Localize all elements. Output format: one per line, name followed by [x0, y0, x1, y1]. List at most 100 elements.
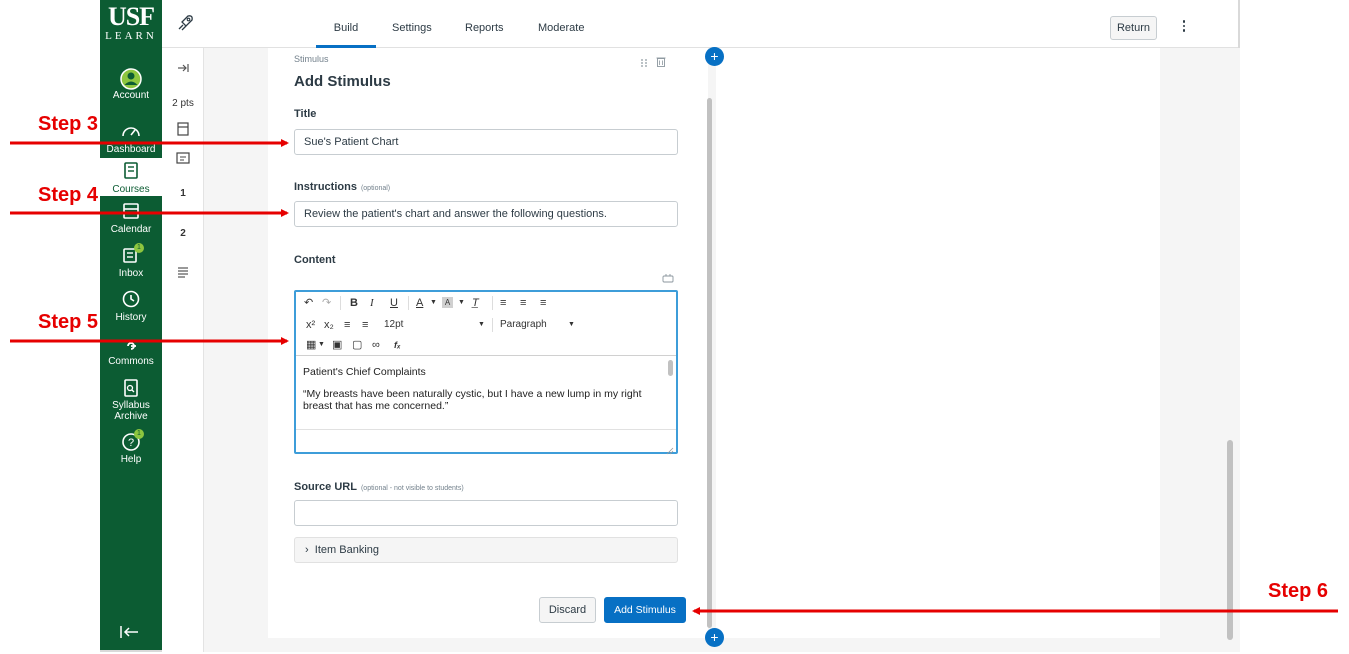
nav-item-calendar[interactable]: Calendar	[100, 202, 162, 238]
tab-reports[interactable]: Reports	[465, 0, 504, 48]
nav-item-syllabus-archive[interactable]: Syllabus Archive	[100, 378, 162, 428]
item-banking-toggle[interactable]: › Item Banking	[294, 537, 678, 563]
underline-icon[interactable]: U	[390, 294, 398, 312]
align-right-icon[interactable]: ≡	[540, 294, 546, 312]
clear-formatting-icon[interactable]: T̲	[472, 294, 479, 312]
nav-item-inbox[interactable]: 1 Inbox	[100, 243, 162, 282]
nav-label: Help	[120, 454, 142, 465]
rich-content-editor: ↶ ↷ B I U A ▼ A ▼ T̲ ≡ ≡ ≡ x² x₂ ≡ ≡ 12p…	[294, 290, 678, 455]
nav-label: Inbox	[118, 268, 144, 279]
editor-content-area[interactable]: Patient's Chief Complaints “My breasts h…	[296, 358, 670, 428]
calendar-icon	[120, 202, 142, 222]
font-size-value: 12pt	[384, 319, 404, 330]
editor-toolbar: ↶ ↷ B I U A ▼ A ▼ T̲ ≡ ≡ ≡ x² x₂ ≡ ≡ 12p…	[296, 292, 676, 356]
editor-heading-text: Patient's Chief Complaints	[303, 366, 426, 378]
add-item-bottom-icon[interactable]: +	[705, 628, 724, 647]
bold-icon[interactable]: B	[350, 294, 358, 312]
tab-settings[interactable]: Settings	[392, 0, 432, 48]
question-canvas-panel	[716, 48, 1160, 638]
italic-icon[interactable]: I	[370, 294, 374, 312]
logo-line-1: USF	[107, 2, 155, 31]
item-tray: 2 pts 1 2	[162, 48, 204, 652]
panel-scrollbar[interactable]	[706, 48, 714, 638]
nav-label: Account	[112, 90, 150, 101]
image-icon[interactable]: ▣	[332, 336, 342, 354]
nav-label: Courses	[112, 184, 150, 195]
editor-scrollbar[interactable]	[668, 360, 673, 376]
nav-label: Commons	[108, 356, 154, 367]
step-4-label: Step 4	[38, 184, 99, 206]
instructions-label: Instructions (optional)	[294, 181, 390, 193]
keyboard-shortcut-icon[interactable]	[662, 270, 674, 283]
more-options-icon[interactable]	[1180, 18, 1188, 36]
background-color-icon[interactable]: A	[442, 297, 453, 308]
title-label: Title	[294, 108, 317, 120]
global-navigation: USF LEARN Account Dashboard Courses Cale…	[100, 0, 162, 650]
discard-button[interactable]: Discard	[539, 597, 596, 623]
resize-handle-icon[interactable]	[666, 442, 674, 455]
nav-label: Dashboard	[106, 144, 156, 155]
text-color-icon[interactable]: A	[416, 294, 423, 312]
list-lines-icon[interactable]	[162, 266, 204, 281]
equation-icon[interactable]: fₓ	[394, 336, 401, 354]
tab-build[interactable]: Build	[316, 0, 376, 48]
add-stimulus-heading: Add Stimulus	[294, 73, 391, 90]
font-size-select[interactable]: 12pt	[384, 316, 474, 334]
trash-icon[interactable]	[656, 54, 666, 67]
nav-item-courses[interactable]: Courses	[100, 158, 162, 196]
link-icon[interactable]: ∞	[372, 336, 380, 354]
instructions-label-text: Instructions	[294, 181, 357, 193]
add-stimulus-button[interactable]: Add Stimulus	[604, 597, 686, 623]
editor-body-text: “My breasts have been naturally cystic, …	[303, 388, 642, 412]
add-item-top-icon[interactable]: +	[705, 47, 724, 66]
return-button[interactable]: Return	[1110, 16, 1157, 40]
expand-tray-icon[interactable]	[162, 62, 204, 78]
block-format-select[interactable]: Paragraph	[500, 316, 570, 334]
subscript-icon[interactable]: x₂	[324, 316, 334, 334]
archive-icon	[120, 378, 142, 398]
table-dropdown-icon[interactable]: ▼	[318, 336, 325, 354]
tab-moderate[interactable]: Moderate	[538, 0, 584, 48]
tray-question-1[interactable]: 1	[162, 188, 204, 199]
rocket-icon[interactable]	[174, 12, 196, 34]
editor-status-bar	[296, 429, 676, 455]
numbered-list-icon[interactable]: ≡	[362, 316, 368, 334]
nav-item-account[interactable]: Account	[100, 68, 162, 110]
block-format-dropdown-icon[interactable]: ▼	[568, 316, 575, 334]
redo-icon[interactable]: ↷	[322, 294, 331, 312]
superscript-icon[interactable]: x²	[306, 316, 315, 334]
source-url-input[interactable]	[294, 500, 678, 526]
chevron-right-icon: ›	[305, 544, 309, 556]
instructions-optional-note: (optional)	[360, 185, 391, 192]
nav-label: History	[115, 312, 147, 323]
title-input[interactable]	[294, 129, 678, 155]
bullet-list-icon[interactable]: ≡	[344, 316, 350, 334]
page-scrollbar[interactable]	[1227, 440, 1233, 640]
text-color-dropdown-icon[interactable]: ▼	[430, 294, 437, 312]
instructions-input[interactable]	[294, 201, 678, 227]
dashboard-icon	[120, 122, 142, 142]
align-center-icon[interactable]: ≡	[520, 294, 526, 312]
background-color-dropdown-icon[interactable]: ▼	[458, 294, 465, 312]
nav-label: Syllabus Archive	[112, 400, 150, 422]
collapse-nav-icon[interactable]	[118, 622, 142, 642]
question-type-icon[interactable]	[162, 152, 204, 167]
undo-icon[interactable]: ↶	[304, 294, 313, 312]
nav-item-commons[interactable]: Commons	[100, 340, 162, 368]
nav-item-dashboard[interactable]: Dashboard	[100, 122, 162, 155]
media-icon[interactable]: ▢	[352, 336, 362, 354]
commons-icon	[120, 340, 142, 354]
block-format-value: Paragraph	[500, 319, 547, 330]
font-size-dropdown-icon[interactable]: ▼	[478, 316, 485, 334]
inbox-icon: 1	[120, 243, 144, 266]
align-left-icon[interactable]: ≡	[500, 294, 506, 312]
inbox-badge: 1	[134, 243, 144, 253]
table-icon[interactable]: ▦	[306, 336, 316, 354]
stimulus-tray-icon[interactable]	[162, 122, 204, 139]
source-url-label: Source URL (optional - not visible to stu…	[294, 481, 464, 493]
nav-item-history[interactable]: History	[100, 290, 162, 326]
tray-question-2[interactable]: 2	[162, 228, 204, 239]
usf-learn-logo[interactable]: USF LEARN	[100, 4, 162, 48]
nav-item-help[interactable]: ? 1 Help	[100, 429, 162, 468]
drag-handle-icon[interactable]	[640, 55, 648, 67]
